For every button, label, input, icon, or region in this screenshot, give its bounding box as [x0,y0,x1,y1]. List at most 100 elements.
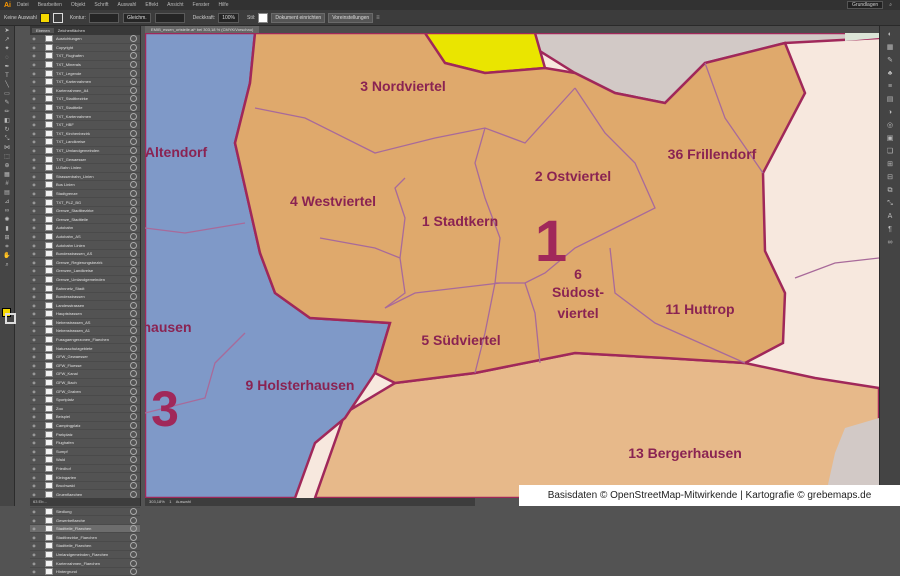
layer-name[interactable]: Beispiel [56,414,130,419]
layer-name[interactable]: Gruenflaechen [56,492,130,497]
layer-row[interactable]: ◉ Bundesstrassen [30,293,140,302]
layer-row[interactable]: ◉ TXT_Stadtteile [30,104,140,113]
layer-name[interactable]: Sportplatz [56,397,130,402]
visibility-eye-icon[interactable]: ◉ [30,311,38,316]
appearance-panel-icon[interactable]: ◎ [884,121,896,130]
layer-name[interactable]: Stadtbezirke_Flaechen [56,535,130,540]
layer-row[interactable]: ◉ Wald [30,456,140,465]
visibility-eye-icon[interactable]: ◉ [30,371,38,376]
layer-row[interactable]: ◉ TXT_Legende [30,69,140,78]
layer-row[interactable]: ◉ GFW_Kanal [30,370,140,379]
symbol-sprayer-tool-icon[interactable]: ✺ [2,217,12,224]
layer-row[interactable]: ◉ Sumpf [30,447,140,457]
visibility-eye-icon[interactable]: ◉ [30,157,38,162]
zoom-level[interactable]: 303,18% [149,499,165,504]
layer-name[interactable]: Zoo [56,406,130,411]
layer-row[interactable]: ◉ Grenze_Stadtteile [30,215,140,225]
layer-name[interactable]: Bundesstrassen [56,294,130,299]
visibility-eye-icon[interactable]: ◉ [30,286,38,291]
layer-target-icon[interactable] [130,422,137,430]
layer-row[interactable]: ◉ Ausrichtungen [30,35,140,44]
eyedropper-tool-icon[interactable]: ⊿ [2,199,12,206]
layer-target-icon[interactable] [130,78,137,86]
visibility-eye-icon[interactable]: ◉ [30,569,38,574]
tab-artboards[interactable]: Zeichenflächen [54,28,89,33]
layer-row[interactable]: ◉ Nebenstrassen_A1 [30,327,140,336]
layer-target-icon[interactable] [130,396,137,404]
layer-target-icon[interactable] [130,370,137,378]
layer-target-icon[interactable] [130,318,137,326]
visibility-eye-icon[interactable]: ◉ [30,397,38,402]
layer-name[interactable]: TXT_Kirchenbezirk [56,131,130,136]
layer-row[interactable]: ◉ Campingplatz [30,422,140,431]
layer-target-icon[interactable] [130,533,137,541]
layer-row[interactable]: ◉ Natursschutzgebiete [30,344,140,353]
visibility-eye-icon[interactable]: ◉ [30,466,38,471]
symbols-panel-icon[interactable]: ♣ [884,69,896,78]
stroke-color-swatch[interactable] [5,313,16,324]
layer-row[interactable]: ◉ TXT_Stadtbezirke [30,95,140,104]
layer-target-icon[interactable] [130,464,137,472]
layer-name[interactable]: U-Bahn Linien [56,165,130,170]
layer-row[interactable]: ◉ Autobahn_AS [30,232,140,242]
layer-target-icon[interactable] [130,35,137,43]
visibility-eye-icon[interactable]: ◉ [30,328,38,333]
pathfinder-panel-icon[interactable]: ⧉ [884,186,896,195]
visibility-eye-icon[interactable]: ◉ [30,234,38,239]
layer-target-icon[interactable] [130,327,137,335]
menu-item-objekt[interactable]: Objekt [71,2,85,8]
layer-target-icon[interactable] [130,361,137,369]
visibility-eye-icon[interactable]: ◉ [30,148,38,153]
layer-row[interactable]: ◉ GFW_Graben [30,387,140,396]
stroke-panel-icon[interactable]: ≡ [884,82,896,91]
layer-row[interactable]: ◉ GFW_Gewaesser [30,353,140,362]
layer-name[interactable]: TXT_Umlandgemeinden [56,148,130,153]
layer-row[interactable]: ◉ TXT_Flughafen [30,52,140,61]
layer-target-icon[interactable] [130,215,137,223]
mesh-tool-icon[interactable]: # [2,181,12,188]
visibility-eye-icon[interactable]: ◉ [30,363,38,368]
layer-name[interactable]: Bus Linien [56,182,130,187]
visibility-eye-icon[interactable]: ◉ [30,483,38,488]
layer-name[interactable]: Stadtteile_Flaechen [56,526,130,531]
layer-row[interactable]: ◉ Hintergrund [30,568,140,576]
layer-name[interactable]: Grenze_Regierungsbezirk [56,260,130,265]
layer-name[interactable]: TXT_Flughafen [56,53,130,58]
layer-target-icon[interactable] [130,241,137,249]
layer-name[interactable]: Kartenrahmen_Flaechen [56,561,130,566]
stroke-swatch[interactable] [52,12,63,23]
visibility-eye-icon[interactable]: ◉ [30,440,38,445]
shape-builder-tool-icon[interactable]: ⊕ [2,163,12,170]
layer-target-icon[interactable] [130,164,137,172]
layer-name[interactable]: Bruchwald [56,483,130,488]
visibility-eye-icon[interactable]: ◉ [30,139,38,144]
layer-row[interactable]: ◉ Stadtteile_Flaechen [30,542,140,551]
layer-target-icon[interactable] [130,310,137,318]
document-setup-button[interactable]: Dokument einrichten [271,12,326,23]
menu-item-schrift[interactable]: Schrift [94,2,108,8]
layer-name[interactable]: TXT_HBF [56,122,130,127]
layer-row[interactable]: ◉ Grenze_Regierungsbezirk [30,258,140,268]
layer-name[interactable]: Grenzen_Landkreise [56,268,130,273]
layer-name[interactable]: Hauptstrassen [56,311,130,316]
layer-row[interactable]: ◉ TXT_Landkreise [30,138,140,147]
gradient-panel-icon[interactable]: ▤ [884,95,896,104]
layer-row[interactable]: ◉ Stadtbezirke_Flaechen [30,533,140,543]
layer-row[interactable]: ◉ Beispiel [30,413,140,422]
layer-row[interactable]: ◉ Grenze_Umlandgemeinden [30,275,140,285]
visibility-eye-icon[interactable]: ◉ [30,535,38,540]
visibility-eye-icon[interactable]: ◉ [30,251,38,256]
layer-name[interactable]: Autobahn Linien [56,243,130,248]
layer-target-icon[interactable] [130,267,137,275]
menu-item-ansicht[interactable]: Ansicht [167,2,183,8]
brush-field[interactable]: Gleichm. [122,12,151,23]
layer-target-icon[interactable] [130,207,137,215]
visibility-eye-icon[interactable]: ◉ [30,225,38,230]
layer-target-icon[interactable] [130,550,137,558]
visibility-eye-icon[interactable]: ◉ [30,131,38,136]
layer-row[interactable]: ◉ TXT_Gewaesser [30,155,140,164]
align-panel-icon[interactable]: ⊟ [884,173,896,182]
menu-item-effekt[interactable]: Effekt [145,2,158,8]
layer-target-icon[interactable] [130,258,137,266]
layer-target-icon[interactable] [130,121,137,129]
